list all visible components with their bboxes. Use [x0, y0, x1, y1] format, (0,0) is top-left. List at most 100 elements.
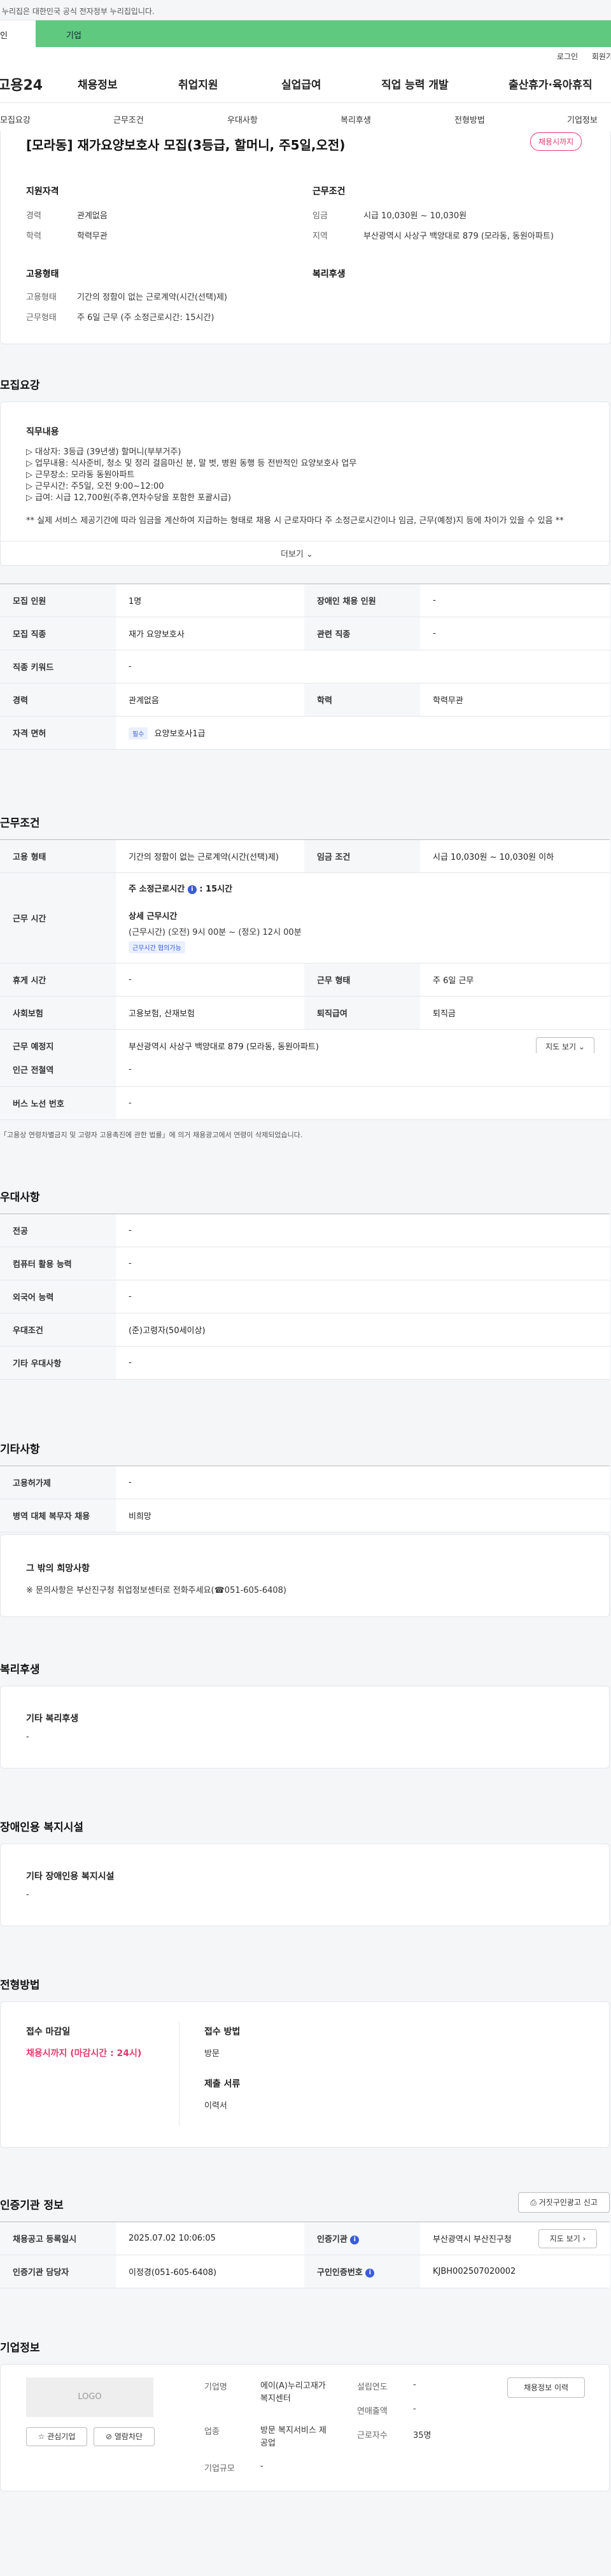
emp-label: 고용 형태 [0, 839, 116, 873]
gnb-item-employment-support[interactable]: 취업지원 [178, 76, 281, 92]
recruit-heading: 모집요강 [0, 379, 40, 392]
founded-label: 설립연도 [357, 2383, 388, 2392]
tab-company[interactable]: 기업 [36, 20, 611, 47]
bus-label: 버스 노선 번호 [0, 1086, 116, 1120]
job-line: ▷ 근무시간: 주5일, 오전 9:00~12:00 [26, 482, 164, 491]
snb-recruit[interactable]: 모집요강 [0, 113, 31, 125]
more-button[interactable]: 더보기 ⌄ [281, 547, 313, 559]
agency-map-button[interactable]: 지도 보기 › [538, 2229, 597, 2248]
staff-label: 근로자수 [357, 2431, 388, 2440]
tab-individual[interactable]: 개인 [0, 20, 36, 47]
gov-notice-bar: 이 누리집은 대한민국 공식 전자정부 누리집입니다. [0, 0, 611, 20]
deadline-badge: 채용시까지 [530, 132, 582, 151]
join-link[interactable]: 회원가입 [592, 52, 611, 61]
user-type-tabs: 개인 기업 [0, 20, 611, 47]
gnb-item-jobs[interactable]: 채용정보 [78, 76, 178, 92]
employment-type-title: 고용형태 [26, 269, 59, 279]
edu-value: 학력무관 [77, 232, 108, 241]
process-heading: 전형방법 [0, 1979, 40, 1992]
site-logo[interactable]: 고용24 [0, 74, 78, 94]
cert-heading: 인증기관 정보 [0, 2199, 64, 2212]
form-value: 주 6일 근무 [420, 963, 610, 997]
reg-date-value: 2025.07.02 10:06:05 [116, 2222, 304, 2255]
favorite-company-button[interactable]: ☆ 관심기업 [26, 2427, 87, 2446]
career-value: 관계없음 [77, 211, 108, 221]
etc-pref-label: 기타 우대사항 [0, 1346, 116, 1380]
report-button[interactable]: ⎙ 거짓구인광고 신고 [518, 2192, 610, 2213]
wish-value: ※ 문의사항은 부산진구청 취업정보센터로 전화주세요(☎051-605-640… [26, 1586, 286, 1595]
pref-heading: 우대사항 [0, 1191, 40, 1204]
computer-label: 컴퓨터 활용 능력 [0, 1247, 116, 1280]
report-icon: ⎙ [530, 2198, 537, 2207]
utility-links: 로그인 회원가입 [0, 47, 611, 65]
snb-pref[interactable]: 우대사항 [227, 113, 258, 125]
retire-value: 퇴직금 [420, 996, 610, 1030]
snb-process[interactable]: 전형방법 [454, 113, 485, 125]
job-description-text: ▷ 대상자: 3등급 (39년생) 할머니(부부거주) ▷ 업무내용: 식사준비… [26, 447, 586, 527]
chevron-right-icon: › [582, 2234, 586, 2243]
chevron-down-icon: ⌄ [578, 1042, 585, 1051]
block-company-button[interactable]: ⊘ 열람차단 [94, 2427, 155, 2446]
snb-work[interactable]: 근무조건 [113, 113, 144, 125]
job-line: ** 실제 서비스 제공기간에 따라 임금을 계산하여 지급하는 형태로 채용 … [26, 516, 564, 526]
license-value: 요양보호사1급 [154, 729, 206, 739]
pref-cond-value: (준)고령자(50세이상) [116, 1313, 610, 1347]
related-value: - [420, 617, 610, 650]
region-label: 지역 [313, 232, 328, 241]
method-label: 접수 방법 [204, 2027, 241, 2037]
condition-title: 근무조건 [313, 186, 346, 197]
job-description-title: 직무내용 [26, 427, 59, 437]
company-name-label: 기업명 [204, 2383, 227, 2392]
gov-notice-text: 이 누리집은 대한민국 공식 전자정부 누리집입니다. [0, 7, 155, 16]
keyword-label: 직종 키워드 [0, 650, 116, 683]
welfare-value: - [26, 1732, 29, 1742]
career-value: 관계없음 [116, 683, 304, 717]
size-value: - [260, 2461, 263, 2471]
edu-label: 학력 [304, 683, 420, 717]
etc-pref-value: - [116, 1346, 610, 1380]
block-icon: ⊘ [105, 2432, 113, 2441]
recruit-section: 모집요강 직무내용 ▷ 대상자: 3등급 (39년생) 할머니(부부거주) ▷ … [0, 344, 611, 1063]
pref-table: 전공 - 컴퓨터 활용 능력 - 외국어 능력 - 우대조건 (준)고령자(50세이상)… [0, 1214, 610, 1380]
disabled-label: 장애인 채용 인원 [304, 584, 420, 617]
job-summary-card: [모라동] 재가요양보호사 모집(3등급, 할머니, 주5일,오전) 채용시까지… [0, 131, 611, 344]
required-chip: 필수 [129, 727, 148, 739]
form-label: 근무 형태 [304, 963, 420, 997]
snb-welfare[interactable]: 복리후생 [341, 113, 371, 125]
related-label: 관련 직종 [304, 617, 420, 650]
info-icon[interactable]: i [187, 885, 197, 894]
disabled-heading: 장애인용 복지시설 [0, 1821, 84, 1834]
login-link[interactable]: 로그인 [557, 52, 578, 61]
info-icon[interactable]: i [350, 2235, 360, 2244]
permit-label: 고용허가제 [0, 1466, 116, 1499]
detail-hours-value: (근무시간) (오전) 9시 00분 ~ (정오) 12시 00분 [129, 928, 302, 937]
star-icon: ☆ [38, 2432, 45, 2441]
cert-table: 채용공고 등록일시 2025.07.02 10:06:05 인증기관 i 부산광… [0, 2222, 610, 2288]
company-box: LOGO ☆ 관심기업 ⊘ 열람차단 기업명 에이(A)누리고재가복지센터 업종… [0, 2364, 610, 2491]
count-label: 모집 인원 [0, 584, 116, 617]
military-value: 비희망 [116, 1499, 610, 1532]
agency-value: 부산광역시 부산진구청 [433, 2235, 512, 2244]
info-icon[interactable]: i [365, 2268, 375, 2278]
global-nav: 고용24 채용정보 취업지원 실업급여 직업 능력 개발 출산휴가·육아휴직 [0, 65, 611, 103]
subway-value: - [116, 1053, 610, 1087]
computer-value: - [116, 1247, 610, 1280]
gnb-item-leave[interactable]: 출산휴가·육아휴직 [509, 76, 593, 92]
snb-company[interactable]: 기업정보 [567, 113, 598, 125]
sales-value: - [413, 2404, 416, 2414]
company-heading: 기업정보 [0, 2342, 40, 2355]
rest-label: 휴게 시간 [0, 963, 116, 997]
hiring-history-button[interactable]: 채용정보 이력 [507, 2377, 585, 2398]
subway-label: 인근 전철역 [0, 1053, 116, 1087]
count-value: 1명 [116, 584, 304, 617]
reqno-label: 구인인증번호 i [304, 2255, 420, 2288]
manager-value: 이정경(051-605-6408) [116, 2255, 304, 2288]
gnb-item-unemployment[interactable]: 실업급여 [281, 76, 381, 92]
job-description-box: 직무내용 ▷ 대상자: 3등급 (39년생) 할머니(부부거주) ▷ 업무내용:… [0, 402, 610, 566]
section-nav: 모집요강 근무조건 우대사항 복리후생 전형방법 기업정보 [0, 103, 611, 134]
insurance-label: 사회보험 [0, 996, 116, 1030]
staff-value: 35명 [413, 2431, 432, 2440]
company-name-value: 에이(A)누리고재가복지센터 [260, 2381, 326, 2404]
age-footnote: 「고용상 연령차별금지 및 고령자 고용촉진에 관한 법률」에 의거 채용광고에… [0, 1131, 303, 1139]
gnb-item-training[interactable]: 직업 능력 개발 [381, 76, 509, 92]
